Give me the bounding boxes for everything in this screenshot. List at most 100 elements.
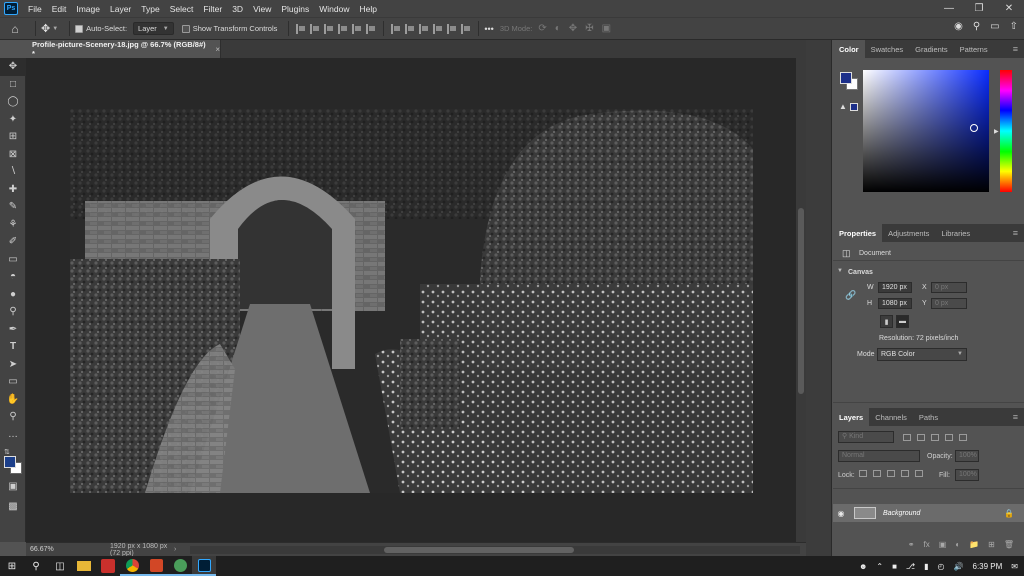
fx-icon[interactable]: fx <box>924 540 930 549</box>
minimize-button[interactable]: — <box>934 0 964 17</box>
trash-icon[interactable]: 🗑 <box>1004 540 1014 549</box>
panel-menu-icon[interactable]: ≡ <box>1013 40 1024 58</box>
dodge-tool-icon[interactable]: ⚲ <box>0 303 26 321</box>
blend-mode-dropdown[interactable]: Normal <box>838 450 920 462</box>
healing-brush-tool-icon[interactable]: ✚ <box>0 181 26 199</box>
align-top-icon[interactable] <box>338 23 348 34</box>
paint-bucket-tool-icon[interactable]: ◓ <box>0 268 26 286</box>
quick-select-tool-icon[interactable]: ✦ <box>0 111 26 129</box>
lock-artboard-icon[interactable] <box>900 470 909 477</box>
tab-libraries[interactable]: Libraries <box>935 224 976 242</box>
clone-stamp-tool-icon[interactable]: ⚘ <box>0 216 26 234</box>
notifications-icon[interactable]: ✉ <box>1011 562 1018 571</box>
menu-file[interactable]: File <box>23 4 47 14</box>
document-info[interactable]: 1920 px x 1080 px (72 ppi) <box>58 543 174 557</box>
move-tool-icon[interactable]: ✥ <box>0 58 26 76</box>
search-icon[interactable]: ⚲ <box>24 556 48 576</box>
filter-pixel-icon[interactable] <box>903 434 911 441</box>
marquee-tool-icon[interactable]: □ <box>0 76 26 94</box>
vertical-scrollbar[interactable] <box>796 58 806 542</box>
photoshop-taskbar-icon[interactable] <box>192 556 216 576</box>
layer-row[interactable]: ◉ Background 🔒 <box>833 504 1024 522</box>
y-field[interactable]: 0 px <box>931 298 967 309</box>
menu-window[interactable]: Window <box>314 4 354 14</box>
chevron-down-icon[interactable]: ▼ <box>52 26 58 32</box>
web-safe-color-chip[interactable] <box>850 103 858 111</box>
distribute-left-icon[interactable] <box>433 23 443 34</box>
horizontal-scrollbar[interactable] <box>190 545 800 554</box>
move-tool-preset-icon[interactable]: ✥ <box>41 22 50 35</box>
volume-icon[interactable]: 🔊 <box>954 562 964 571</box>
vertical-scroll-thumb[interactable] <box>798 208 804 394</box>
portrait-orientation-icon[interactable]: ▮ <box>880 315 893 328</box>
show-transform-controls-checkbox[interactable] <box>181 24 190 33</box>
distribute-hcenter-icon[interactable] <box>447 23 457 34</box>
file-explorer-icon[interactable] <box>72 556 96 576</box>
horizontal-scroll-thumb[interactable] <box>384 546 575 553</box>
align-left-icon[interactable] <box>296 23 306 34</box>
eraser-tool-icon[interactable]: ▭ <box>0 251 26 269</box>
color-picker-field[interactable] <box>863 70 989 192</box>
hue-slider[interactable] <box>1000 70 1012 192</box>
tab-layers[interactable]: Layers <box>833 408 870 426</box>
new-layer-icon[interactable]: ⊞ <box>988 540 995 549</box>
person-icon[interactable]: ☻ <box>859 562 867 571</box>
app-red-icon[interactable] <box>96 556 120 576</box>
hue-slider-marker-icon[interactable]: ▶ <box>994 128 999 135</box>
windows-start-icon[interactable]: ⊞ <box>0 556 24 576</box>
zoom-level[interactable]: 66.67% <box>26 546 58 553</box>
frame-tool-icon[interactable]: ⊠ <box>0 146 26 164</box>
filter-adjustment-icon[interactable] <box>916 434 925 441</box>
height-field[interactable]: 1080 px <box>878 298 912 309</box>
panel-menu-icon[interactable]: ≡ <box>1013 408 1024 426</box>
auto-select-checkbox[interactable] <box>75 24 84 33</box>
wifi-icon[interactable]: ◴ <box>938 562 945 571</box>
brush-tool-icon[interactable]: ✎ <box>0 198 26 216</box>
align-horizontal-center-icon[interactable] <box>310 23 320 34</box>
lock-position-icon[interactable] <box>886 470 895 477</box>
align-bottom-icon[interactable] <box>366 23 376 34</box>
zoom-tool-icon[interactable]: ⚲ <box>0 408 26 426</box>
bluetooth-icon[interactable]: ⎇ <box>906 562 915 571</box>
home-icon[interactable]: ⌂ <box>0 20 30 38</box>
tab-properties[interactable]: Properties <box>833 224 883 242</box>
tab-adjustments[interactable]: Adjustments <box>882 224 935 242</box>
document-image[interactable] <box>70 109 753 493</box>
tab-paths[interactable]: Paths <box>913 408 944 426</box>
tab-gradients[interactable]: Gradients <box>909 40 954 58</box>
add-mask-icon[interactable]: ▣ <box>939 540 947 549</box>
share-icon[interactable]: ⇧ <box>1010 21 1018 32</box>
lock-icon[interactable]: 🔒 <box>1004 509 1014 518</box>
menu-select[interactable]: Select <box>165 4 199 14</box>
menu-image[interactable]: Image <box>71 4 105 14</box>
fill-field[interactable]: 100% <box>955 469 979 481</box>
distribute-right-icon[interactable] <box>461 23 471 34</box>
foreground-color-chip[interactable] <box>840 72 852 84</box>
lock-image-icon[interactable] <box>872 470 881 477</box>
link-dimensions-icon[interactable]: 🔗 <box>845 290 856 301</box>
rectangle-tool-icon[interactable]: ▭ <box>0 373 26 391</box>
search-icon[interactable]: ⚲ <box>973 21 980 32</box>
menu-plugins[interactable]: Plugins <box>276 4 314 14</box>
lock-transparent-icon[interactable] <box>859 470 867 477</box>
tab-swatches[interactable]: Swatches <box>865 40 910 58</box>
task-view-icon[interactable]: ◫ <box>48 556 72 576</box>
distribute-top-icon[interactable] <box>391 23 401 34</box>
landscape-orientation-icon[interactable]: ▬ <box>896 315 909 328</box>
panel-menu-icon[interactable]: ≡ <box>1013 224 1024 242</box>
crop-tool-icon[interactable]: ⊞ <box>0 128 26 146</box>
eye-icon[interactable]: ◉ <box>833 509 849 518</box>
battery-icon[interactable]: ▮ <box>924 562 928 571</box>
gamut-warning-icon[interactable]: ▲ <box>839 102 847 111</box>
close-document-icon[interactable]: × <box>215 45 220 54</box>
distribute-bottom-icon[interactable] <box>419 23 429 34</box>
share-people-icon[interactable]: ◉ <box>954 21 963 32</box>
clock-time[interactable]: 6:39 PM <box>973 562 1003 571</box>
blur-tool-icon[interactable]: ● <box>0 286 26 304</box>
eyedropper-tool-icon[interactable]: ∖ <box>0 163 26 181</box>
link-layers-icon[interactable]: ⚭ <box>908 540 915 549</box>
restore-button[interactable]: ❐ <box>964 0 994 17</box>
chrome-icon[interactable] <box>120 556 144 576</box>
align-right-icon[interactable] <box>324 23 334 34</box>
document-tab[interactable]: Profile-picture-Scenery-18.jpg @ 66.7% (… <box>26 40 221 58</box>
